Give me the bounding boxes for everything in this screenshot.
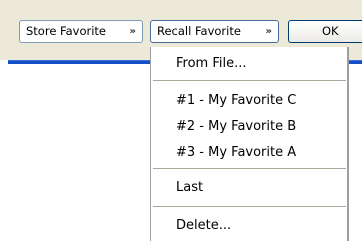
chevron-down-icon: » [265,26,272,37]
menu-separator [153,80,346,82]
store-favorite-dropdown[interactable]: Store Favorite » [19,20,143,43]
store-favorite-label: Store Favorite [26,24,107,38]
ok-button-label: OK [322,24,339,38]
recall-favorite-dropdown[interactable]: Recall Favorite » [150,20,279,43]
recall-favorite-label: Recall Favorite [157,24,241,38]
menu-item-delete[interactable]: Delete... [176,218,231,234]
menu-item-favorite-1[interactable]: #1 - My Favorite C [176,93,296,109]
menu-separator [153,168,346,170]
menu-item-favorite-3[interactable]: #3 - My Favorite A [176,145,296,161]
menu-separator [153,206,346,208]
menu-item-from-file[interactable]: From File... [176,56,247,72]
ok-button[interactable]: OK [288,20,362,43]
recall-favorite-menu: From File... #1 - My Favorite C #2 - My … [150,47,349,241]
chevron-down-icon: » [129,26,136,37]
menu-item-favorite-2[interactable]: #2 - My Favorite B [176,119,296,135]
menu-item-last[interactable]: Last [176,180,203,196]
